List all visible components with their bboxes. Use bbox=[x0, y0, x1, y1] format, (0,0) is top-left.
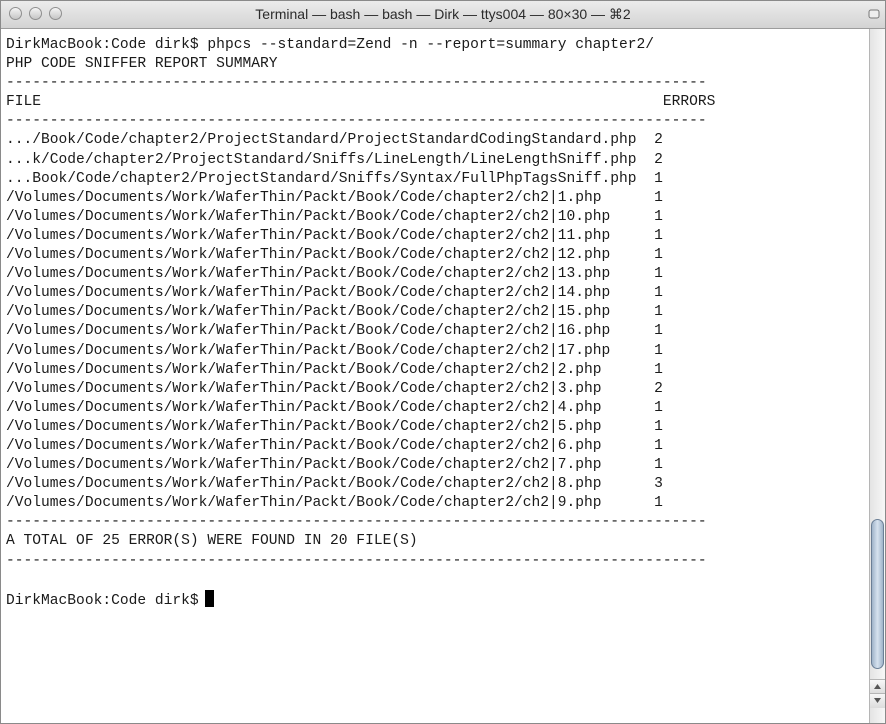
terminal-line: /Volumes/Documents/Work/WaferThin/Packt/… bbox=[6, 323, 663, 340]
terminal-line: /Volumes/Documents/Work/WaferThin/Packt/… bbox=[6, 437, 663, 454]
terminal-line: /Volumes/Documents/Work/WaferThin/Packt/… bbox=[6, 361, 663, 378]
terminal-line: /Volumes/Documents/Work/WaferThin/Packt/… bbox=[6, 304, 663, 321]
terminal-line: DirkMacBook:Code dirk$ phpcs --standard=… bbox=[6, 37, 655, 53]
window-title: Terminal — bash — bash — Dirk — ttys004 … bbox=[255, 6, 631, 22]
terminal-line: /Volumes/Documents/Work/WaferThin/Packt/… bbox=[6, 208, 663, 225]
terminal-line: ----------------------------------------… bbox=[6, 514, 707, 531]
terminal-line: /Volumes/Documents/Work/WaferThin/Packt/… bbox=[6, 285, 663, 302]
terminal-line: /Volumes/Documents/Work/WaferThin/Packt/… bbox=[6, 227, 663, 244]
terminal-content[interactable]: DirkMacBook:Code dirk$ phpcs --standard=… bbox=[1, 29, 869, 723]
terminal-line: .../Book/Code/chapter2/ProjectStandard/P… bbox=[6, 132, 663, 149]
terminal-line: FILE ERRORS bbox=[6, 94, 716, 111]
terminal-line: ----------------------------------------… bbox=[6, 75, 707, 92]
terminal-line: /Volumes/Documents/Work/WaferThin/Packt/… bbox=[6, 418, 663, 435]
prompt-line: DirkMacBook:Code dirk$ bbox=[6, 589, 715, 609]
terminal-output: DirkMacBook:Code dirk$ phpcs --standard=… bbox=[6, 36, 715, 609]
terminal-line: ...k/Code/chapter2/ProjectStandard/Sniff… bbox=[6, 151, 663, 168]
terminal-line: /Volumes/Documents/Work/WaferThin/Packt/… bbox=[6, 495, 663, 512]
vertical-scrollbar[interactable] bbox=[869, 29, 885, 723]
terminal-window: Terminal — bash — bash — Dirk — ttys004 … bbox=[0, 0, 886, 724]
scroll-up-arrow-icon[interactable] bbox=[870, 679, 885, 694]
scroll-down-arrow-icon[interactable] bbox=[870, 693, 885, 708]
terminal-line: /Volumes/Documents/Work/WaferThin/Packt/… bbox=[6, 266, 663, 283]
title-bar[interactable]: Terminal — bash — bash — Dirk — ttys004 … bbox=[1, 1, 885, 29]
terminal-line: /Volumes/Documents/Work/WaferThin/Packt/… bbox=[6, 247, 663, 264]
terminal-line: /Volumes/Documents/Work/WaferThin/Packt/… bbox=[6, 457, 663, 474]
scrollbar-thumb[interactable] bbox=[871, 519, 884, 669]
terminal-line: ----------------------------------------… bbox=[6, 552, 707, 569]
terminal-line: /Volumes/Documents/Work/WaferThin/Packt/… bbox=[6, 476, 663, 493]
terminal-line: /Volumes/Documents/Work/WaferThin/Packt/… bbox=[6, 189, 663, 206]
terminal-line: /Volumes/Documents/Work/WaferThin/Packt/… bbox=[6, 380, 663, 397]
terminal-line: /Volumes/Documents/Work/WaferThin/Packt/… bbox=[6, 399, 663, 416]
terminal-line: ...Book/Code/chapter2/ProjectStandard/Sn… bbox=[6, 170, 663, 187]
terminal-line: A TOTAL OF 25 ERROR(S) WERE FOUND IN 20 … bbox=[6, 533, 418, 550]
toolbar-toggle-icon[interactable] bbox=[867, 7, 881, 21]
terminal-line: ----------------------------------------… bbox=[6, 113, 707, 130]
terminal-line: PHP CODE SNIFFER REPORT SUMMARY bbox=[6, 56, 278, 73]
terminal-line: /Volumes/Documents/Work/WaferThin/Packt/… bbox=[6, 342, 663, 359]
text-cursor bbox=[204, 589, 214, 607]
